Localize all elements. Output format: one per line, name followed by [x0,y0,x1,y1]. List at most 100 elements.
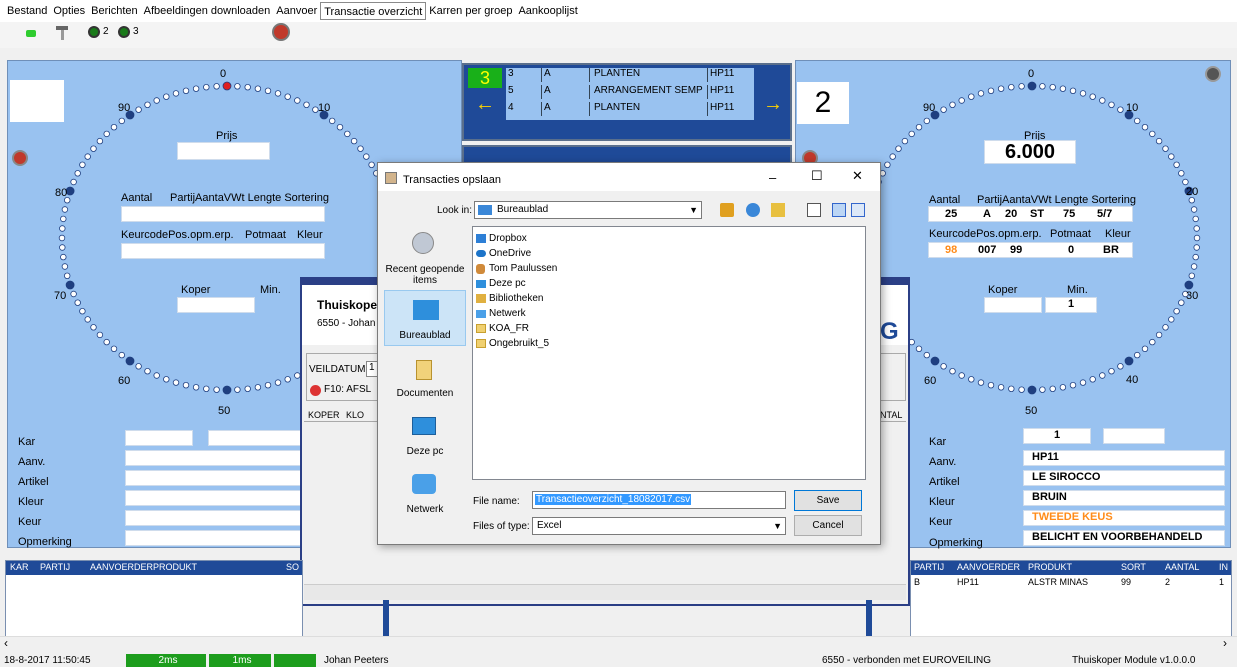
recent-items-icon[interactable] [412,232,434,254]
view-grid-icon[interactable] [851,203,865,217]
menu-bestand[interactable]: Bestand [4,2,50,20]
left-min-label: Min. [260,284,281,296]
right-aantal-label: Aantal [929,194,961,206]
scroll-right-icon[interactable]: › [1223,636,1227,650]
minimize-icon[interactable]: – [769,170,776,185]
prev-arrow-icon[interactable]: ← [468,92,502,116]
left-aantal-label: Aantal [121,192,153,204]
left-tick-80: 80 [55,187,68,199]
nav-deze-pc[interactable]: Deze pc [382,446,468,457]
row-cell: PLANTEN [590,68,708,82]
right-kar-value: 1 [1053,429,1061,441]
back-icon[interactable] [746,203,760,217]
documents-icon[interactable] [416,360,432,380]
clock-dot [1155,331,1163,339]
left-aanv-label: Aanv. [18,456,46,468]
br-cell-in: 1 [1219,577,1225,587]
user-icon [476,263,485,274]
left-tick-60: 60 [118,375,131,387]
list-item[interactable]: Dropbox [476,231,527,246]
clock-dot [70,178,77,186]
main-hscroll[interactable] [0,636,1237,652]
bl-col-produkt: PRODUKT [153,562,198,572]
menu-karren-per-groep[interactable]: Karren per groep [426,2,515,20]
scroll-left-icon[interactable]: ‹ [4,636,8,650]
clock-dot [1117,363,1124,370]
library-icon [476,294,486,303]
save-button[interactable]: Save [794,490,862,511]
clock-dot [949,368,956,375]
clock-dot [895,145,902,152]
nav-documenten[interactable]: Documenten [382,388,468,399]
right-potmaat-label: Potmaat [1050,228,1091,240]
view-details-icon[interactable] [832,203,846,217]
right-row1-st: ST [1030,208,1045,220]
next-arrow-icon[interactable]: → [758,92,788,116]
left-artikel-label: Artikel [18,476,49,488]
right-row2-potmaat: 0 [1068,244,1075,256]
close-icon[interactable]: ✕ [852,168,863,184]
list-item[interactable]: Tom Paulussen [476,261,557,276]
menu-aankooplijst[interactable]: Aankooplijst [515,2,580,20]
right-artikel-value: LE SIROCCO [1032,471,1101,483]
clock-dot [1193,244,1200,251]
left-artikel-field [125,470,305,486]
file-type-select[interactable]: Excel ▼ [532,517,786,535]
list-item[interactable]: Bibliotheken [476,291,543,306]
clock-dot [60,215,67,223]
clock-dot [968,93,975,100]
clock-dot [1079,90,1087,97]
clock-dot [1134,351,1141,359]
clock-dot [192,384,200,391]
thuiskoper-f10-label: F10: AFSL [324,384,372,395]
list-item[interactable]: Deze pc [476,276,526,291]
list-item[interactable]: KOA_FR [476,321,529,336]
new-folder-icon[interactable] [771,203,785,217]
view-list-icon[interactable] [807,203,821,217]
nav-bureaublad[interactable]: Bureaublad [382,330,468,341]
row-cell: 4 [506,102,542,116]
menu-afbeeldingen[interactable]: Afbeeldingen downloaden [141,2,274,20]
look-in-select[interactable]: Bureaublad ▼ [474,201,702,219]
stop-hand-icon[interactable] [272,23,290,41]
clock-dot [163,93,170,100]
clock-dot [1089,93,1096,100]
left-stop-icon[interactable] [12,150,28,166]
list-item[interactable]: Ongebruikt_5 [476,336,549,351]
network-icon[interactable] [412,474,436,494]
list-item[interactable]: Netwerk [476,306,526,321]
center-top-row[interactable]: 5 A ARRANGEMENT SEMP HP11 [506,85,754,99]
menu-opties[interactable]: Opties [50,2,88,20]
center-top-row[interactable]: 3 A PLANTEN HP11 [506,68,754,82]
table-row[interactable]: B HP11 ALSTR MINAS 99 2 1 [911,577,1231,589]
center-top-row[interactable]: 4 A PLANTEN HP11 [506,102,754,116]
cancel-button[interactable]: Cancel [794,515,862,536]
clock-dot [344,130,351,138]
up-folder-icon[interactable] [720,203,734,217]
nav-netwerk[interactable]: Netwerk [382,504,468,515]
clock-dot [84,316,91,323]
f10-error-icon [310,385,321,396]
left-keurcode-header: KeurcodePos.opm.erp. [121,229,234,241]
menu-berichten[interactable]: Berichten [88,2,140,20]
list-item[interactable]: OneDrive [476,246,531,261]
nav-recent[interactable]: Recent geopende items [382,264,468,286]
clock-dot [244,385,251,392]
network-small-icon [476,309,486,318]
br-cell-sort: 99 [1121,577,1132,587]
file-name-label: File name: [473,496,520,507]
right-keur-label: Keur [929,516,953,528]
file-name-input[interactable]: Transactieoverzicht_18082017.csv [532,491,786,509]
computer-icon[interactable] [412,417,436,435]
thuiskoper-veildatum-label: VEILDATUM [309,364,366,375]
clock-dot [135,363,142,370]
menu-transactie-overzicht[interactable]: Transactie overzicht [320,2,427,20]
status-connection: 6550 - verbonden met EUROVEILING [822,655,991,666]
item-label: Dropbox [489,233,527,244]
clock-dot [1099,97,1106,104]
maximize-icon[interactable]: ☐ [811,168,823,184]
br-col-partij: PARTIJ [914,562,945,572]
menu-aanvoer[interactable]: Aanvoer [273,2,320,20]
thuiskoper-hscroll[interactable] [304,584,906,600]
hammer-icon[interactable] [55,25,69,41]
